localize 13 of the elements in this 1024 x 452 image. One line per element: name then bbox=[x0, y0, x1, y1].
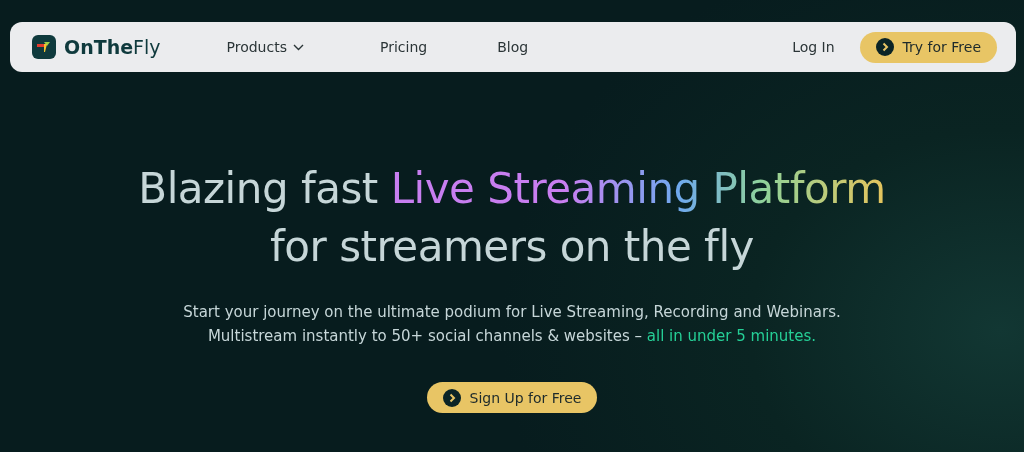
nav-link[interactable]: Pricing bbox=[379, 39, 428, 55]
logo-icon bbox=[32, 35, 56, 59]
try-free-button[interactable]: Try for Free bbox=[859, 31, 997, 63]
brand-name[interactable]: OnTheFly bbox=[64, 36, 161, 58]
nav-link[interactable]: Blog bbox=[497, 39, 529, 55]
chevron-right-icon bbox=[875, 38, 894, 56]
chevron-down-icon bbox=[292, 43, 304, 51]
sign-up-button[interactable]: Sign Up for Free bbox=[426, 382, 598, 413]
login-link[interactable]: Log In bbox=[792, 39, 835, 55]
hero-subtitle: Start your journey on the ultimate podium for Live Streaming, Recording and Webinars. Multistream instantly to 50+ social channels & websites – all in under 5 minutes. bbox=[183, 302, 841, 347]
nav-link[interactable]: Products bbox=[226, 39, 304, 55]
hero-headline: Blazing fast Live Streaming Platform for streamers on the fly bbox=[138, 163, 886, 273]
chevron-right-icon bbox=[442, 388, 461, 407]
